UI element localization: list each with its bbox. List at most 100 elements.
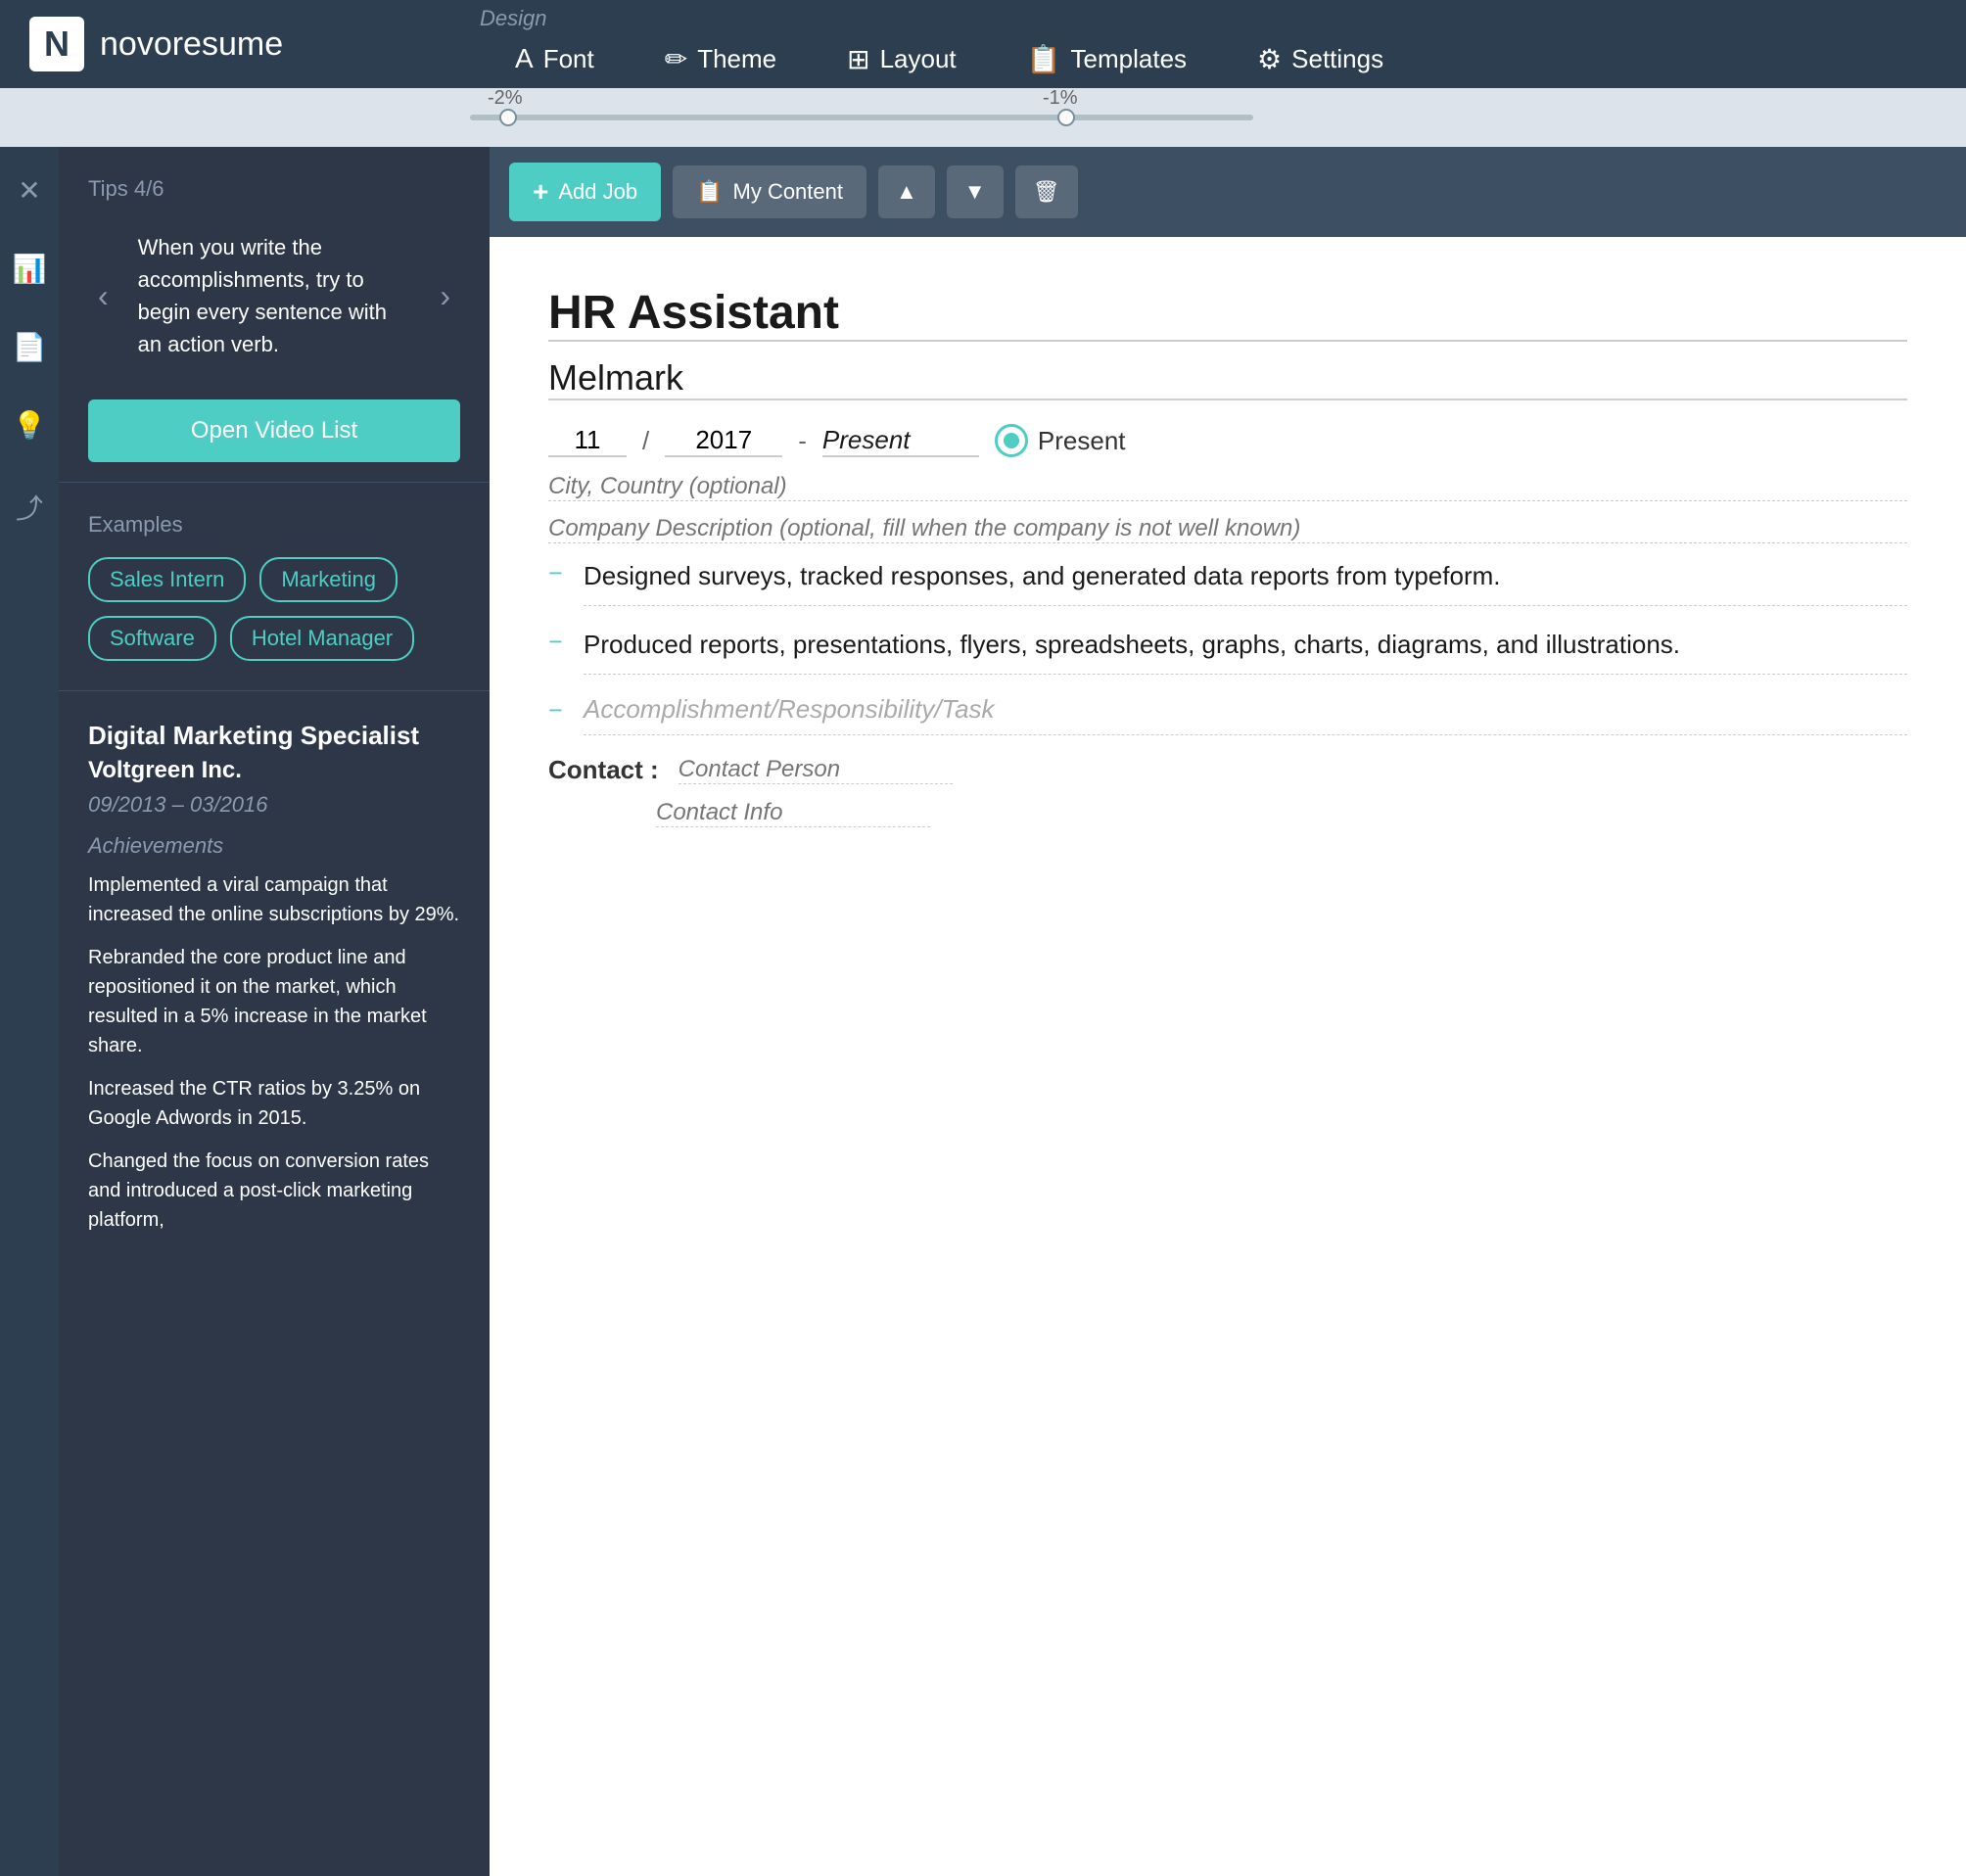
down-arrow-icon: ▼	[964, 179, 986, 205]
sidebar-icon-document[interactable]: 📄	[5, 323, 55, 372]
editor-toolbar: + Add Job 📋 My Content ▲ ▼ 🗑	[490, 147, 1966, 237]
slider-left-label: -2%	[488, 87, 523, 110]
plus-icon: +	[533, 176, 548, 208]
radio-inner	[1004, 433, 1019, 448]
slider-right-label: -1%	[1043, 87, 1078, 110]
sidebar-icon-bulb[interactable]: 💡	[5, 401, 55, 450]
bullet-item-3: − Accomplishment/Responsibility/Task	[548, 694, 1907, 735]
tips-next-button[interactable]: ›	[430, 268, 460, 324]
bullet-dash-1: −	[548, 559, 568, 606]
example-tag-software[interactable]: Software	[88, 616, 216, 661]
nav-item-layout[interactable]: ⊞ Layout	[812, 35, 992, 83]
left-panel: Tips 4/6 ‹ When you write the accomplish…	[59, 147, 490, 1876]
radio-circle	[995, 424, 1028, 457]
bullet-text-1[interactable]: Designed surveys, tracked responses, and…	[584, 557, 1907, 606]
sidebar-icon-chart[interactable]: 📊	[5, 245, 55, 294]
date-dash: -	[798, 426, 807, 456]
example-tag-sales-intern[interactable]: Sales Intern	[88, 557, 246, 602]
nav-item-theme-label: Theme	[697, 44, 776, 74]
nav-items: A Font ✏ Theme ⊞ Layout 📋 Templates ⚙ Se…	[480, 35, 1419, 83]
slider-handle-left[interactable]	[499, 109, 517, 126]
slider-bar: -2% -1%	[0, 88, 1966, 147]
past-job-achievement-4: Changed the focus on conversion rates an…	[88, 1147, 460, 1235]
example-tag-marketing[interactable]: Marketing	[259, 557, 398, 602]
move-up-button[interactable]: ▲	[878, 165, 935, 218]
nav-item-font-label: Font	[543, 44, 594, 74]
date-year-input[interactable]	[665, 425, 782, 457]
bullet-text-2[interactable]: Produced reports, presentations, flyers,…	[584, 626, 1907, 675]
sidebar-icon-close[interactable]: ✕	[10, 166, 48, 215]
nav-item-settings-label: Settings	[1291, 44, 1383, 74]
my-content-label: My Content	[733, 179, 844, 205]
examples-section: Examples Sales Intern Marketing Software…	[59, 483, 490, 691]
date-present-input[interactable]	[822, 425, 979, 457]
nav-item-templates-label: Templates	[1071, 44, 1188, 74]
slider-track[interactable]: -2% -1%	[470, 115, 1253, 120]
bullet-dash-3: −	[548, 696, 568, 735]
tips-content: ‹ When you write the accomplishments, tr…	[88, 231, 460, 360]
nav-item-settings[interactable]: ⚙ Settings	[1222, 35, 1419, 83]
design-label: Design	[480, 6, 546, 31]
resume-content: / - Present − Designed surveys, tracked …	[490, 237, 1966, 1876]
past-job-title: Digital Marketing Specialist	[88, 721, 460, 751]
top-navbar: N novoresume Design A Font ✏ Theme ⊞ Lay…	[0, 0, 1966, 88]
nav-design-section: Design A Font ✏ Theme ⊞ Layout 📋 Templat…	[480, 6, 1937, 83]
past-job-achievement-3: Increased the CTR ratios by 3.25% on Goo…	[88, 1074, 460, 1133]
nav-item-layout-label: Layout	[880, 44, 957, 74]
open-video-list-button[interactable]: Open Video List	[88, 399, 460, 462]
logo-area: N novoresume	[29, 17, 480, 71]
nav-item-font[interactable]: A Font	[480, 35, 630, 83]
date-row: / - Present	[548, 424, 1907, 457]
past-job-dates: 09/2013 – 03/2016	[88, 792, 460, 818]
my-content-button[interactable]: 📋 My Content	[673, 165, 866, 218]
tips-text: When you write the accomplishments, try …	[138, 231, 411, 360]
bullet-dash-2: −	[548, 628, 568, 675]
templates-icon: 📋	[1027, 43, 1061, 75]
layout-icon: ⊞	[847, 43, 869, 75]
logo-icon: N	[29, 17, 84, 71]
right-panel: + Add Job 📋 My Content ▲ ▼ 🗑 /	[490, 147, 1966, 1876]
examples-header: Examples	[88, 512, 460, 538]
delete-icon: 🗑	[1033, 179, 1060, 205]
examples-tags: Sales Intern Marketing Software Hotel Ma…	[88, 557, 460, 661]
present-radio[interactable]: Present	[995, 424, 1126, 457]
contact-row: Contact :	[548, 755, 1907, 785]
delete-button[interactable]: 🗑	[1015, 165, 1078, 218]
main-layout: ✕ 📊 📄 💡 ⤴ Tips 4/6 ‹ When you write the …	[0, 147, 1966, 1876]
present-radio-label: Present	[1038, 426, 1126, 456]
company-desc-input[interactable]	[548, 515, 1907, 543]
past-job-achievement-1: Implemented a viral campaign that increa…	[88, 870, 460, 929]
contact-person-input[interactable]	[679, 756, 953, 784]
date-separator-1: /	[642, 426, 649, 456]
tips-prev-button[interactable]: ‹	[88, 268, 118, 324]
sidebar-icon-share[interactable]: ⤴	[8, 480, 51, 535]
bullet-item-1: − Designed surveys, tracked responses, a…	[548, 557, 1907, 606]
nav-item-theme[interactable]: ✏ Theme	[630, 35, 812, 83]
contact-label: Contact :	[548, 755, 659, 785]
nav-item-templates[interactable]: 📋 Templates	[992, 35, 1222, 83]
company-input[interactable]	[548, 357, 1907, 400]
settings-icon: ⚙	[1257, 43, 1282, 75]
slider-handle-right[interactable]	[1057, 109, 1075, 126]
past-job-achievements-label: Achievements	[88, 833, 460, 859]
up-arrow-icon: ▲	[896, 179, 917, 205]
bullet-placeholder-3[interactable]: Accomplishment/Responsibility/Task	[584, 694, 1907, 735]
example-tag-hotel-manager[interactable]: Hotel Manager	[230, 616, 414, 661]
job-title-input[interactable]	[548, 286, 1907, 342]
move-down-button[interactable]: ▼	[947, 165, 1004, 218]
add-job-button[interactable]: + Add Job	[509, 163, 661, 221]
date-month-input[interactable]	[548, 425, 627, 457]
content-icon: 📋	[696, 179, 723, 205]
theme-icon: ✏	[665, 43, 687, 75]
city-country-input[interactable]	[548, 473, 1907, 501]
sidebar-icons: ✕ 📊 📄 💡 ⤴	[0, 147, 59, 1876]
bullet-item-2: − Produced reports, presentations, flyer…	[548, 626, 1907, 675]
font-icon: A	[515, 43, 534, 74]
logo-name: novoresume	[100, 25, 283, 64]
contact-info-input[interactable]	[656, 799, 930, 827]
tips-header: Tips 4/6	[88, 176, 460, 202]
add-job-label: Add Job	[558, 179, 637, 205]
past-job-achievement-2: Rebranded the core product line and repo…	[88, 943, 460, 1060]
tips-section: Tips 4/6 ‹ When you write the accomplish…	[59, 147, 490, 483]
contact-info-row	[656, 799, 1907, 827]
